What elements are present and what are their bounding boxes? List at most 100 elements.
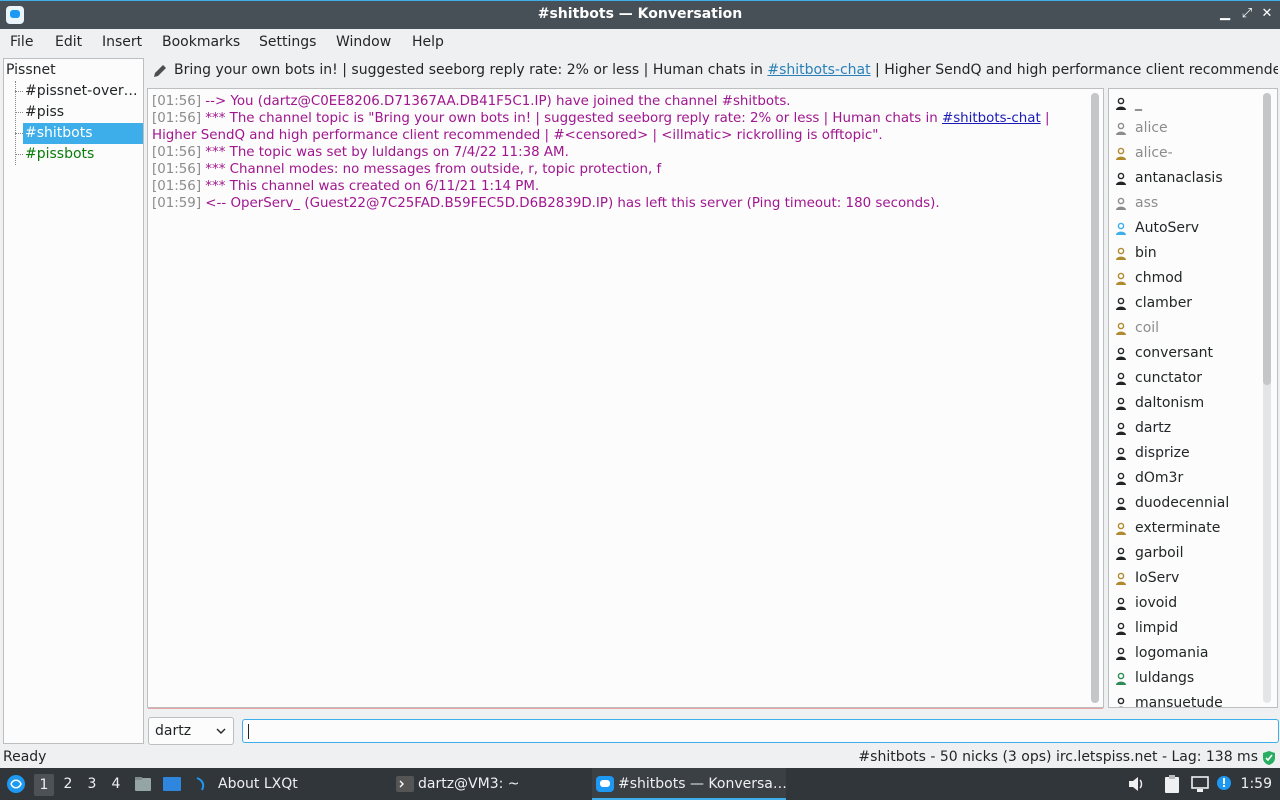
- nick-list[interactable]: _ alice alice-antanaclasis ass AutoServ bin ch…: [1108, 88, 1278, 708]
- task-label: About LXQt: [218, 776, 298, 792]
- nick-name: coil: [1135, 320, 1160, 336]
- tree-channel-pissnet-over[interactable]: #pissnet-over…: [23, 81, 143, 102]
- show-desktop-icon[interactable]: [162, 775, 182, 793]
- menu-help[interactable]: Help: [412, 34, 444, 50]
- nick-item[interactable]: AutoServ: [1109, 217, 1259, 242]
- nick-list-scrollbar[interactable]: [1263, 93, 1271, 703]
- nick-item[interactable]: garboil: [1109, 542, 1259, 567]
- nick-item[interactable]: IoServ: [1109, 567, 1259, 592]
- nick-item[interactable]: conversant: [1109, 342, 1259, 367]
- task-terminal[interactable]: dartz@VM3: ~: [392, 768, 588, 800]
- nick-item[interactable]: cunctator: [1109, 367, 1259, 392]
- nick-name: iovoid: [1135, 595, 1178, 611]
- message-input[interactable]: [242, 719, 1279, 743]
- user-icon: [1116, 522, 1126, 535]
- user-icon: [1116, 322, 1126, 335]
- volume-icon[interactable]: [1128, 775, 1144, 793]
- lxqt-menu-icon[interactable]: [6, 774, 26, 794]
- menu-insert[interactable]: Insert: [102, 34, 142, 50]
- nick-name: antanaclasis: [1135, 170, 1223, 186]
- file-manager-icon[interactable]: [134, 775, 152, 793]
- user-icon: [1116, 597, 1126, 610]
- secure-connection-icon[interactable]: [1262, 750, 1276, 766]
- nick-item[interactable]: mansuetude: [1109, 692, 1259, 707]
- menu-file[interactable]: File: [10, 34, 33, 50]
- nick-item[interactable]: disprize: [1109, 442, 1259, 467]
- message: |: [1040, 111, 1050, 126]
- user-icon: [1116, 647, 1126, 660]
- message: *** The channel topic is "Bring your own…: [201, 111, 942, 126]
- workspace-2[interactable]: 2: [58, 776, 78, 792]
- chat-view[interactable]: [01:56] --> You (dartz@C0EE8206.D71367AA…: [147, 88, 1104, 709]
- nick-item[interactable]: logomania: [1109, 642, 1259, 667]
- nick-item[interactable]: clamber: [1109, 292, 1259, 317]
- menu-bookmarks[interactable]: Bookmarks: [162, 34, 240, 50]
- close-icon[interactable]: ✕: [1258, 5, 1276, 23]
- nick-item[interactable]: _: [1109, 92, 1259, 117]
- chat-scrollbar[interactable]: [1091, 93, 1099, 703]
- nickname-combobox[interactable]: dartz: [148, 717, 234, 745]
- menu-edit[interactable]: Edit: [55, 34, 82, 50]
- chat-scrollbar-thumb[interactable]: [1091, 93, 1099, 703]
- nick-name: daltonism: [1135, 395, 1205, 411]
- minimize-icon[interactable]: ▁: [1216, 5, 1234, 23]
- task-konversation[interactable]: #shitbots — Konversa…: [592, 768, 787, 800]
- nick-name: AutoServ: [1135, 220, 1200, 236]
- chat-line: [01:56] *** This channel was created on …: [152, 178, 1082, 195]
- user-icon: [1116, 447, 1126, 460]
- user-icon: [1116, 172, 1126, 185]
- tree-channel-piss[interactable]: #piss: [23, 102, 143, 123]
- timestamp: [01:56]: [152, 111, 202, 126]
- topic-part1: Bring your own bots in! | suggested seeb…: [174, 62, 768, 78]
- topic-part2: | Higher SendQ and high performance clie…: [870, 62, 1278, 78]
- edit-topic-icon[interactable]: [152, 63, 168, 79]
- status-bar: Ready #shitbots - 50 nicks (3 ops) irc.l…: [0, 748, 1280, 768]
- lxqt-logo-icon: [196, 777, 205, 791]
- nick-item[interactable]: duodecennial: [1109, 492, 1259, 517]
- nick-item[interactable]: alice-: [1109, 142, 1259, 167]
- workspace-3[interactable]: 3: [82, 776, 102, 792]
- nick-item[interactable]: iovoid: [1109, 592, 1259, 617]
- nick-item[interactable]: antanaclasis: [1109, 167, 1259, 192]
- task-label: dartz@VM3: ~: [418, 776, 520, 792]
- window-title: #shitbots — Konversation: [537, 6, 743, 22]
- user-icon: [1116, 222, 1126, 235]
- chat-channel-link[interactable]: #shitbots-chat: [942, 111, 1041, 126]
- maximize-icon[interactable]: ⤢: [1238, 5, 1256, 23]
- clipboard-icon[interactable]: [1162, 774, 1182, 794]
- nick-item[interactable]: daltonism: [1109, 392, 1259, 417]
- nick-item[interactable]: chmod: [1109, 267, 1259, 292]
- menu-settings[interactable]: Settings: [259, 34, 316, 50]
- timestamp: [01:56]: [152, 162, 202, 177]
- tree-server-pissnet[interactable]: Pissnet: [6, 60, 56, 81]
- workspace-4[interactable]: 4: [106, 776, 126, 792]
- message: <-- OperServ_ (Guest22@7C25FAD.B59FEC5D.…: [201, 196, 940, 211]
- nick-item[interactable]: coil: [1109, 317, 1259, 342]
- nick-item[interactable]: alice: [1109, 117, 1259, 142]
- nick-item[interactable]: exterminate: [1109, 517, 1259, 542]
- nick-item[interactable]: luldangs: [1109, 667, 1259, 692]
- chat-line: Higher SendQ and high performance client…: [152, 127, 1082, 144]
- nick-list-scrollbar-thumb[interactable]: [1263, 93, 1271, 385]
- nick-item[interactable]: bin: [1109, 242, 1259, 267]
- clock[interactable]: 1:59: [1241, 776, 1272, 792]
- tree-channel-pissbots[interactable]: #pissbots: [23, 144, 143, 165]
- nick-name: luldangs: [1135, 670, 1195, 686]
- workspace-1[interactable]: 1: [34, 774, 54, 796]
- network-icon[interactable]: [1190, 774, 1210, 794]
- chat-line: [01:56] --> You (dartz@C0EE8206.D71367AA…: [152, 93, 1082, 110]
- task-about-lxqt[interactable]: About LXQt: [190, 768, 386, 800]
- tree-channel-label: #piss: [25, 104, 65, 120]
- nick-item[interactable]: dOm3r: [1109, 467, 1259, 492]
- tree-channel-label: #shitbots: [25, 125, 93, 141]
- topic-channel-link[interactable]: #shitbots-chat: [767, 62, 870, 78]
- tree-channel-shitbots[interactable]: #shitbots: [23, 123, 143, 144]
- nick-item[interactable]: ass: [1109, 192, 1259, 217]
- user-icon: [1116, 97, 1126, 110]
- nick-item[interactable]: dartz: [1109, 417, 1259, 442]
- notification-icon[interactable]: [1216, 773, 1234, 793]
- nick-item[interactable]: limpid: [1109, 617, 1259, 642]
- chat-divider: [148, 708, 1103, 709]
- message: Higher SendQ and high performance client…: [152, 128, 883, 143]
- menu-window[interactable]: Window: [336, 34, 391, 50]
